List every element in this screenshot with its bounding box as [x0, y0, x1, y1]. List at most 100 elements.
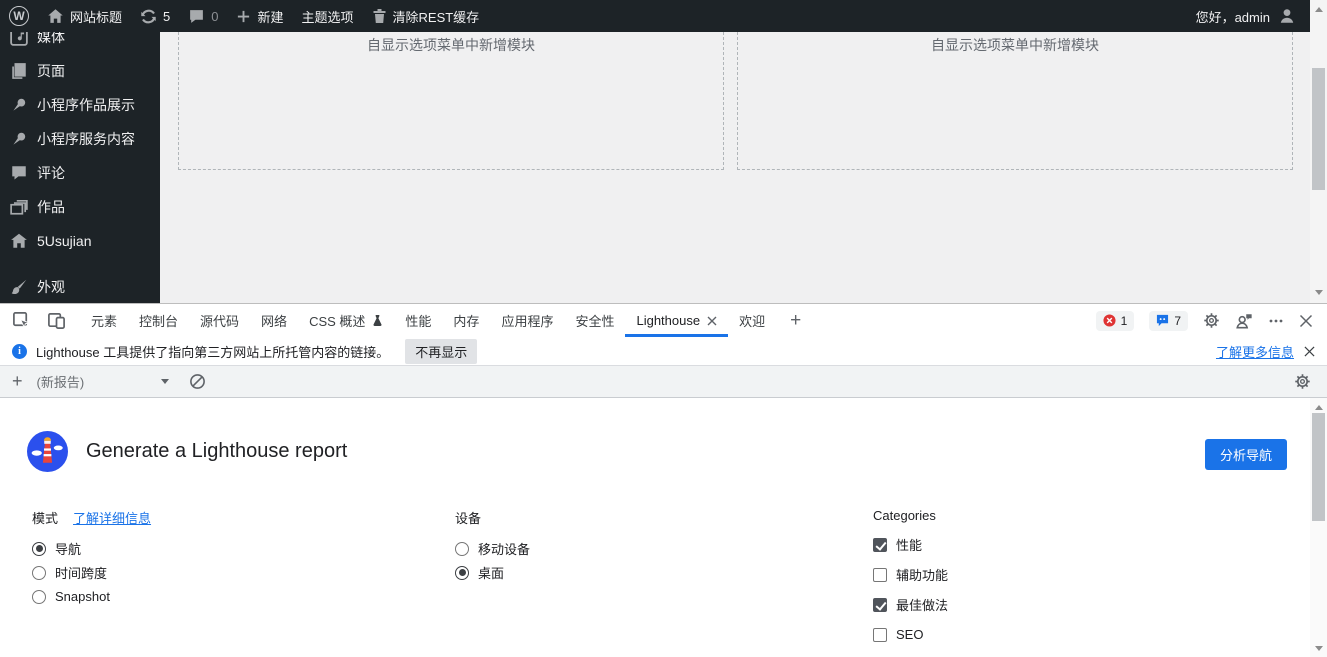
sidebar-item-pages[interactable]: 页面	[0, 54, 160, 88]
device-option-desktop[interactable]: 桌面	[455, 565, 530, 580]
sidebar-item-comments[interactable]: 评论	[0, 156, 160, 190]
close-infobar-icon[interactable]	[1304, 346, 1315, 357]
tab-memory[interactable]: 内存	[442, 304, 490, 337]
wp-sidebar: 媒体 页面 小程序作品展示 小程序服务内容	[0, 32, 160, 303]
radio-icon[interactable]	[32, 542, 46, 556]
sidebar-item-mini-program-works[interactable]: 小程序作品展示	[0, 88, 160, 122]
checkbox-icon[interactable]	[873, 568, 887, 582]
sidebar-item-5usujian[interactable]: 5Usujian	[0, 224, 160, 258]
sidebar-item-label: 小程序作品展示	[37, 95, 135, 115]
message-bubble-icon	[1156, 314, 1169, 327]
mode-option-navigation[interactable]: 导航	[32, 541, 151, 556]
updates-indicator[interactable]: 5	[131, 0, 179, 32]
screen: W 网站标题 5 0 新建	[0, 0, 1327, 657]
category-best-practices[interactable]: 最佳做法	[873, 597, 948, 612]
avatar-icon	[1278, 7, 1296, 25]
lighthouse-header: Generate a Lighthouse report	[27, 431, 347, 472]
updates-count: 5	[163, 9, 170, 24]
tab-performance[interactable]: 性能	[394, 304, 442, 337]
device-section: 设备 移动设备 桌面	[455, 508, 530, 589]
scroll-down-arrow[interactable]	[1310, 641, 1327, 655]
mode-learn-more-link[interactable]: 了解详细信息	[73, 508, 151, 527]
admin-bar-account[interactable]: 您好，admin	[1196, 7, 1310, 26]
admin-bar-left: W 网站标题 5 0 新建	[0, 0, 488, 32]
dont-show-again-button[interactable]: 不再显示	[405, 339, 477, 364]
devtools-settings-icon[interactable]	[1203, 312, 1220, 329]
close-tab-icon[interactable]	[707, 316, 717, 326]
radio-icon[interactable]	[32, 590, 46, 604]
scroll-up-arrow[interactable]	[1310, 400, 1327, 414]
flask-icon	[372, 314, 383, 327]
sidebar-item-appearance[interactable]: 外观	[0, 270, 160, 303]
checkbox-icon[interactable]	[873, 598, 887, 612]
checkbox-icon[interactable]	[873, 538, 887, 552]
issues-icon[interactable]	[1235, 312, 1253, 329]
placeholder-text: 自显示选项菜单中新增模块	[931, 37, 1099, 53]
tab-welcome[interactable]: 欢迎	[728, 304, 776, 337]
lighthouse-panel: Generate a Lighthouse report 分析导航 模式 了解详…	[0, 398, 1327, 657]
wordpress-menu[interactable]: W	[0, 0, 38, 32]
error-count: 1	[1121, 314, 1128, 328]
chevron-down-icon	[161, 379, 169, 384]
page-scrollbar[interactable]	[1310, 0, 1327, 303]
site-link[interactable]: 网站标题	[38, 0, 131, 32]
report-selector[interactable]: (新报告)	[37, 372, 169, 391]
pin-icon	[10, 130, 28, 148]
analyze-navigation-button[interactable]: 分析导航	[1205, 439, 1287, 470]
category-performance[interactable]: 性能	[873, 537, 948, 552]
clear-rest-cache-button[interactable]: 清除REST缓存	[363, 0, 489, 32]
mode-option-snapshot[interactable]: Snapshot	[32, 589, 151, 604]
clear-reports-icon[interactable]	[189, 373, 206, 390]
tab-css-overview[interactable]: CSS 概述	[298, 304, 394, 337]
tab-sources[interactable]: 源代码	[189, 304, 250, 337]
lighthouse-infobar: i Lighthouse 工具提供了指向第三方网站上所托管内容的链接。 不再显示…	[0, 337, 1327, 366]
console-errors-badge[interactable]: 1	[1096, 311, 1135, 331]
sidebar-item-mini-program-services[interactable]: 小程序服务内容	[0, 122, 160, 156]
lighthouse-scrollbar[interactable]	[1310, 398, 1327, 657]
tab-label: 应用程序	[501, 311, 553, 330]
learn-more-link[interactable]: 了解更多信息	[1216, 342, 1294, 361]
tab-application[interactable]: 应用程序	[490, 304, 564, 337]
tab-lighthouse[interactable]: Lighthouse	[625, 304, 728, 337]
appearance-icon	[10, 278, 28, 296]
sidebar-item-label: 5Usujian	[37, 233, 91, 249]
radio-icon[interactable]	[455, 542, 469, 556]
more-tabs-button[interactable]: +	[776, 310, 815, 332]
radio-icon[interactable]	[455, 566, 469, 580]
close-devtools-icon[interactable]	[1299, 314, 1313, 328]
device-toolbar-icon[interactable]	[47, 311, 66, 330]
category-seo[interactable]: SEO	[873, 627, 948, 642]
device-option-mobile[interactable]: 移动设备	[455, 541, 530, 556]
mode-section: 模式 了解详细信息 导航 时间跨度 Snapshot	[32, 508, 151, 613]
devtools-tool-icons	[0, 311, 80, 330]
wp-content-area: 自显示选项菜单中新增模块 自显示选项菜单中新增模块	[160, 32, 1310, 303]
tab-network[interactable]: 网络	[250, 304, 298, 337]
option-label: 桌面	[478, 563, 504, 582]
tab-security[interactable]: 安全性	[564, 304, 625, 337]
sidebar-item-works[interactable]: 作品	[0, 190, 160, 224]
error-icon	[1103, 314, 1116, 327]
tab-console[interactable]: 控制台	[128, 304, 189, 337]
checkbox-icon[interactable]	[873, 628, 887, 642]
scroll-down-arrow[interactable]	[1310, 285, 1327, 299]
scrollbar-thumb[interactable]	[1312, 68, 1325, 190]
inspect-element-icon[interactable]	[12, 311, 31, 330]
scroll-up-arrow[interactable]	[1310, 2, 1327, 16]
lighthouse-settings-icon[interactable]	[1294, 373, 1315, 390]
mode-option-timespan[interactable]: 时间跨度	[32, 565, 151, 580]
theme-options-button[interactable]: 主题选项	[293, 0, 363, 32]
more-options-icon[interactable]	[1268, 313, 1284, 329]
comments-indicator[interactable]: 0	[179, 0, 227, 32]
tab-label: 欢迎	[739, 311, 765, 330]
sidebar-separator	[0, 258, 160, 270]
console-messages-badge[interactable]: 7	[1149, 311, 1188, 331]
new-report-button[interactable]: +	[12, 371, 23, 392]
new-content-button[interactable]: 新建	[227, 0, 292, 32]
tab-label: 控制台	[139, 311, 178, 330]
sidebar-item-media[interactable]: 媒体	[0, 32, 160, 54]
tab-elements[interactable]: 元素	[80, 304, 128, 337]
scrollbar-thumb[interactable]	[1312, 413, 1325, 521]
radio-icon[interactable]	[32, 566, 46, 580]
sidebar-item-label: 作品	[37, 197, 65, 217]
category-accessibility[interactable]: 辅助功能	[873, 567, 948, 582]
